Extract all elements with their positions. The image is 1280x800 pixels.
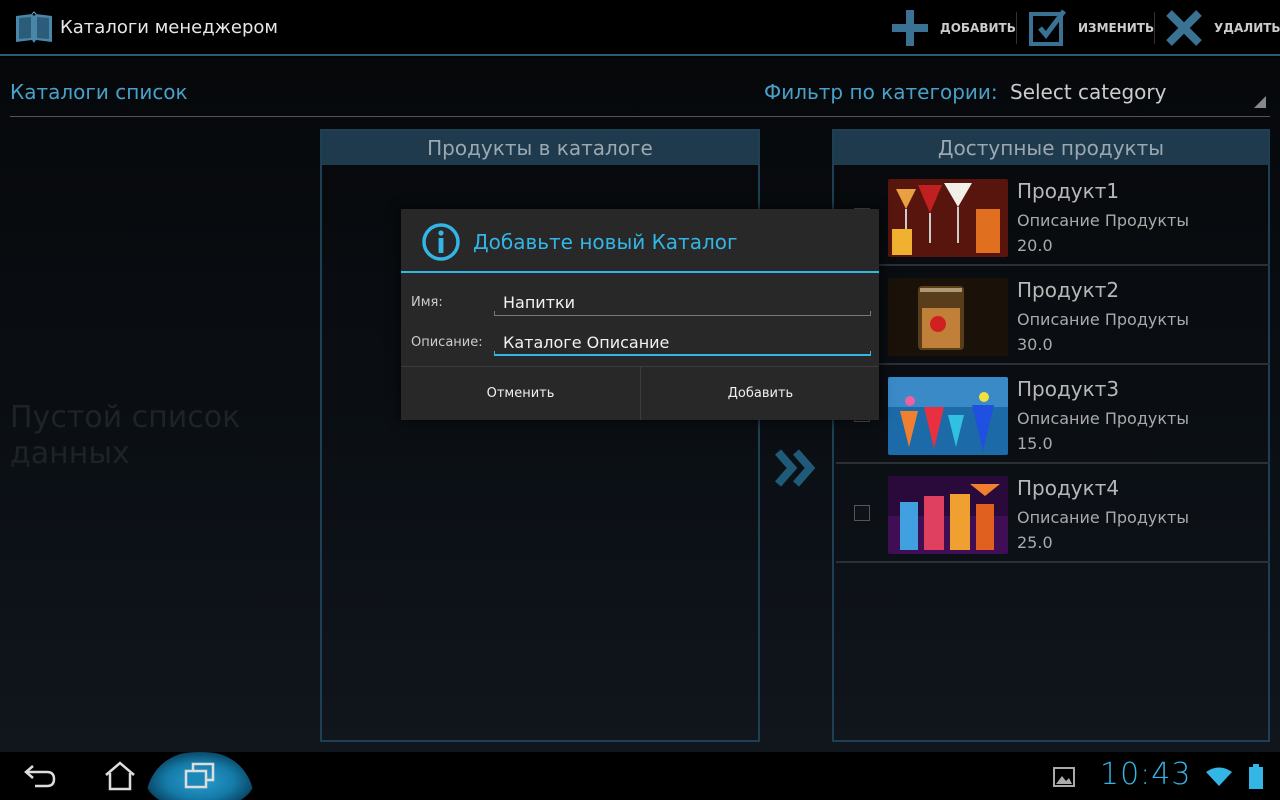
info-icon [422,223,460,261]
home-button[interactable] [92,756,148,796]
product-thumbnail [888,476,1008,554]
add-button[interactable]: Добавить [641,367,880,420]
transfer-arrows-icon[interactable] [772,446,820,490]
back-button[interactable] [12,756,68,796]
product-thumbnail [888,377,1008,455]
product-description: Описание Продукты [1017,310,1189,329]
name-label: Имя: [411,295,443,310]
plus-icon [892,10,928,46]
dropdown-arrow-icon [1254,96,1266,108]
add-action-button[interactable]: ДОБАВИТЬ [890,8,1016,48]
product-list-item[interactable]: Продукт2 Описание Продукты 30.0 [836,266,1270,365]
product-price: 25.0 [1017,533,1053,552]
edit-action-label: ИЗМЕНИТЬ [1078,21,1155,35]
field-underline [494,315,871,316]
add-catalog-dialog: Добавьте новый Каталог Имя: Описание: От… [401,209,879,420]
category-select[interactable]: Select category [1006,78,1268,110]
category-filter-label: Фильтр по категории: [764,80,998,104]
product-description: Описание Продукты [1017,508,1189,527]
delete-action-button[interactable]: УДАЛИТЬ [1164,8,1280,48]
dialog-header: Добавьте новый Каталог [401,209,879,273]
system-nav-bar: 10:43 [0,752,1280,800]
recent-apps-button[interactable] [172,756,228,796]
action-divider [1016,12,1017,44]
product-list-item[interactable]: Продукт3 Описание Продукты 15.0 [836,365,1270,464]
product-description: Описание Продукты [1017,409,1189,428]
edit-icon [1029,9,1066,46]
description-field-wrapper [494,328,871,356]
description-label: Описание: [411,335,483,350]
catalog-list-title: Каталоги список [10,80,188,104]
product-checkbox[interactable] [854,505,870,521]
dialog-title: Добавьте новый Каталог [473,230,738,254]
available-products-header: Доступные продукты [834,131,1268,165]
field-underline [494,351,495,356]
add-action-label: ДОБАВИТЬ [940,21,1016,35]
empty-list-message: Пустой список данных [10,400,241,471]
close-icon [1166,10,1202,46]
field-underline [870,311,871,316]
product-name: Продукт3 [1017,377,1120,401]
product-list-item[interactable]: Продукт4 Описание Продукты 25.0 [836,464,1270,563]
back-icon [24,765,56,788]
product-description: Описание Продукты [1017,211,1189,230]
home-icon [105,761,135,791]
available-products-panel: Доступные продукты Продукт1 Описание Про… [832,129,1270,742]
field-underline [494,354,871,356]
product-thumbnail [888,179,1008,257]
product-name: Продукт4 [1017,476,1120,500]
description-field[interactable] [494,328,871,356]
product-name: Продукт2 [1017,278,1120,302]
recent-apps-icon [184,762,215,789]
cancel-button[interactable]: Отменить [401,367,640,420]
catalog-products-header: Продукты в каталоге [322,131,758,165]
product-price: 20.0 [1017,236,1053,255]
action-divider [1154,12,1155,44]
battery-icon [1249,764,1263,789]
app-title: Каталоги менеджером [60,17,278,38]
name-field-wrapper [494,288,871,316]
field-underline [494,311,495,316]
book-icon[interactable] [14,10,54,46]
product-thumbnail [888,278,1008,356]
divider [10,116,1270,117]
product-name: Продукт1 [1017,179,1120,203]
product-list-item[interactable]: Продукт1 Описание Продукты 20.0 [836,167,1270,266]
action-bar: Каталоги менеджером ДОБАВИТЬ ИЗМЕНИТЬ УД… [0,0,1280,56]
name-field[interactable] [494,288,871,316]
status-clock: 10:43 [1100,757,1192,792]
product-price: 15.0 [1017,434,1053,453]
delete-action-label: УДАЛИТЬ [1214,21,1280,35]
dialog-buttons: Отменить Добавить [401,366,879,420]
field-underline [870,351,871,356]
category-select-value: Select category [1010,80,1167,104]
wifi-icon [1206,767,1232,786]
gallery-notification-icon[interactable] [1052,766,1076,788]
product-price: 30.0 [1017,335,1053,354]
edit-action-button[interactable]: ИЗМЕНИТЬ [1028,8,1154,48]
